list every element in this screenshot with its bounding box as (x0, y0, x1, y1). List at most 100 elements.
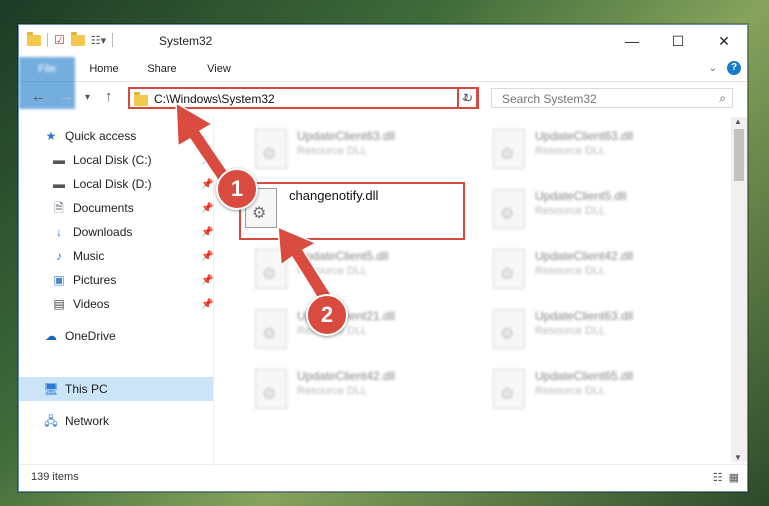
forward-arrow-icon[interactable]: → (59, 88, 74, 105)
music-icon: ♪ (56, 249, 62, 263)
navigation-bar: ← → ▾ ↑ C:\Windows\System32 ⌄ ↻ ⌕ (19, 82, 747, 114)
window-title: System32 (159, 34, 213, 48)
dll-file-icon (493, 249, 525, 289)
file-type: Resource DLL (535, 145, 606, 157)
item-count: 139 items (31, 471, 79, 483)
sidebar-item-label: Music (73, 249, 105, 263)
pin-icon[interactable]: 📌 (201, 155, 213, 166)
sidebar-item-label: Downloads (73, 225, 133, 239)
file-name: UpdateClient63.dll (297, 129, 396, 143)
details-view-icon[interactable]: ☷ (713, 471, 723, 484)
search-box[interactable]: ⌕ (491, 88, 733, 108)
file-type: Resource DLL (535, 265, 606, 277)
file-item[interactable]: UpdateClient63.dll Resource DLL (483, 123, 703, 175)
customize-icon[interactable]: ☷▾ (91, 34, 106, 47)
file-type: Resource DLL (297, 385, 368, 397)
maximize-button[interactable]: ☐ (655, 25, 701, 57)
file-item[interactable]: UpdateClient65.dll Resource DLL (483, 363, 703, 415)
search-icon[interactable]: ⌕ (719, 91, 726, 106)
title-bar: ☑ ☷▾ System32 — ☐ ✕ (19, 25, 747, 57)
file-item[interactable]: UpdateClient42.dll Resource DLL (483, 243, 703, 295)
callout-badge-1: 1 (216, 168, 258, 210)
back-arrow-icon[interactable]: ← (31, 88, 46, 105)
cloud-icon: ☁ (45, 329, 57, 343)
expand-ribbon-icon[interactable]: ⌄ (709, 63, 717, 74)
folder-icon (134, 92, 148, 106)
scroll-down-icon[interactable]: ▼ (734, 453, 742, 462)
file-item[interactable]: UpdateClient5.dll Resource DLL (483, 183, 703, 235)
documents-icon: 🗎 (54, 201, 64, 215)
tab-home[interactable]: Home (79, 57, 129, 81)
sidebar-item-this-pc[interactable]: 🖥 This PC (43, 378, 107, 400)
sidebar-item-label: Local Disk (C:) (73, 153, 152, 167)
sidebar-item-videos[interactable]: ▤ Videos (51, 293, 109, 315)
pictures-icon: ▣ (53, 273, 65, 287)
callout-badge-2: 2 (306, 294, 348, 336)
dll-file-icon (255, 309, 287, 349)
new-folder-icon[interactable] (70, 31, 85, 46)
help-icon[interactable]: ? (727, 61, 741, 75)
computer-icon: 🖥 (43, 382, 59, 396)
dll-file-icon (493, 309, 525, 349)
file-name: UpdateClient5.dll (535, 189, 627, 203)
sidebar-item-local-disk-c[interactable]: ▬ Local Disk (C:) (51, 149, 152, 171)
separator (47, 33, 48, 47)
sidebar-item-quick-access[interactable]: ★ Quick access (43, 125, 137, 147)
file-item[interactable]: UpdateClient42.dll Resource DLL (245, 363, 465, 415)
scrollbar-thumb[interactable] (734, 129, 744, 181)
sidebar-item-documents[interactable]: 🗎 Documents (51, 197, 134, 219)
separator (112, 33, 114, 47)
sidebar-item-local-disk-d[interactable]: ▬ Local Disk (D:) (51, 173, 152, 195)
download-icon: ↓ (56, 225, 62, 239)
up-arrow-icon[interactable]: ↑ (105, 88, 113, 105)
sidebar-item-music[interactable]: ♪ Music (51, 245, 104, 267)
file-item[interactable]: UpdateClient5.dll Resource DLL (245, 243, 465, 295)
file-item[interactable]: UpdateClient63.dll Resource DLL (245, 123, 465, 175)
file-name: changenotify.dll (289, 188, 379, 203)
ribbon-right: ⌄ ? (709, 61, 741, 75)
dll-file-icon (255, 249, 287, 289)
highlighted-file-item[interactable]: changenotify.dll (239, 182, 465, 240)
tab-view[interactable]: View (195, 57, 243, 81)
sidebar-item-label: Local Disk (D:) (73, 177, 152, 191)
file-item[interactable]: UpdateClient63.dll Resource DLL (483, 303, 703, 355)
sidebar-item-label: Network (65, 414, 110, 428)
drive-icon: ▬ (53, 153, 65, 167)
sidebar-item-network[interactable]: 🖧 Network (43, 410, 109, 432)
star-icon: ★ (45, 129, 57, 143)
pin-icon[interactable]: 📌 (201, 251, 213, 262)
properties-icon[interactable]: ☑ (54, 33, 65, 47)
sidebar-item-label: Documents (73, 201, 134, 215)
file-name: UpdateClient42.dll (535, 249, 634, 263)
address-path: C:\Windows\System32 (154, 92, 275, 106)
dll-file-icon (493, 189, 525, 229)
file-item[interactable]: UpdateClient21.dll Resource DLL (245, 303, 465, 355)
pin-icon[interactable]: 📌 (201, 203, 213, 214)
file-type: Resource DLL (535, 205, 606, 217)
search-input[interactable] (500, 91, 704, 107)
sidebar-item-downloads[interactable]: ↓ Downloads (51, 221, 132, 243)
tab-share[interactable]: Share (137, 57, 187, 81)
refresh-button[interactable]: ↻ (457, 87, 479, 109)
pin-icon[interactable]: 📌 (201, 299, 213, 310)
file-type: Resource DLL (535, 385, 606, 397)
close-button[interactable]: ✕ (701, 25, 747, 57)
scroll-up-icon[interactable]: ▲ (734, 117, 742, 126)
sidebar-item-onedrive[interactable]: ☁ OneDrive (43, 325, 116, 347)
sidebar-item-pictures[interactable]: ▣ Pictures (51, 269, 116, 291)
pin-icon[interactable]: 📌 (201, 275, 213, 286)
pin-icon[interactable]: 📌 (201, 179, 213, 190)
view-switcher: ☷ ▦ (713, 471, 739, 484)
pin-icon[interactable]: 📌 (201, 227, 213, 238)
vertical-scrollbar[interactable]: ▲ ▼ (731, 117, 747, 462)
address-bar[interactable]: C:\Windows\System32 ⌄ (128, 87, 478, 109)
minimize-button[interactable]: — (609, 25, 655, 57)
recent-locations-icon[interactable]: ▾ (85, 92, 90, 103)
large-icons-view-icon[interactable]: ▦ (729, 471, 739, 484)
status-bar: 139 items ☷ ▦ (19, 464, 747, 491)
quick-access-toolbar: ☑ ☷▾ (27, 31, 114, 47)
network-icon: 🖧 (44, 414, 58, 428)
dll-file-icon (255, 129, 287, 169)
window-controls: — ☐ ✕ (609, 25, 747, 57)
drive-icon: ▬ (53, 177, 65, 191)
